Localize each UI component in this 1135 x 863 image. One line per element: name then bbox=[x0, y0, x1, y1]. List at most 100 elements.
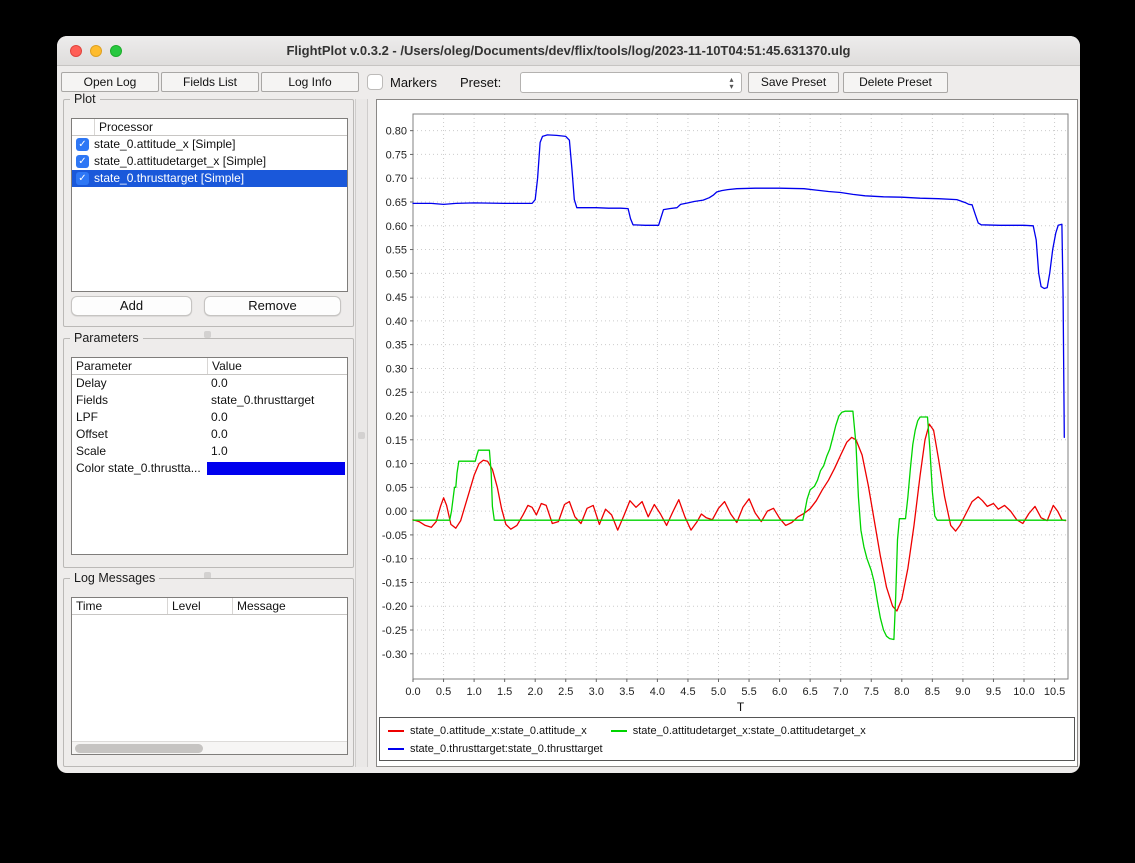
parameter-name: Delay bbox=[72, 375, 207, 392]
parameter-value[interactable]: 0.0 bbox=[207, 375, 347, 392]
parameter-value[interactable]: 1.0 bbox=[207, 443, 347, 460]
series-row-label: state_0.attitude_x [Simple] bbox=[94, 136, 235, 153]
legend-item: state_0.thrusttarget:state_0.thrusttarge… bbox=[388, 743, 603, 755]
save-preset-button[interactable]: Save Preset bbox=[748, 72, 839, 93]
x-axis-tick-label: 0.0 bbox=[405, 686, 420, 698]
x-axis-tick-label: 4.5 bbox=[680, 686, 695, 698]
plot-series-row[interactable]: ✓ state_0.attitude_x [Simple] bbox=[72, 136, 347, 153]
x-axis-tick-label: 0.5 bbox=[436, 686, 451, 698]
y-axis-tick-label: -0.20 bbox=[382, 601, 407, 613]
parameter-row[interactable]: Fieldsstate_0.thrusttarget bbox=[72, 392, 347, 409]
parameter-name: LPF bbox=[72, 409, 207, 426]
fields-list-button[interactable]: Fields List bbox=[161, 72, 259, 92]
combobox-stepper-icon[interactable]: ▴▾ bbox=[726, 74, 737, 92]
markers-label: Markers bbox=[390, 75, 437, 90]
preset-label: Preset: bbox=[460, 75, 501, 90]
x-axis-tick-label: 1.5 bbox=[497, 686, 512, 698]
parameters-group: Parameters Parameter Value Delay0.0Field… bbox=[63, 338, 354, 568]
parameter-value[interactable]: 0.0 bbox=[207, 426, 347, 443]
parameter-row[interactable]: Offset0.0 bbox=[72, 426, 347, 443]
x-axis-tick-label: 6.5 bbox=[803, 686, 818, 698]
x-axis-tick-label: 3.0 bbox=[589, 686, 604, 698]
parameter-name: Scale bbox=[72, 443, 207, 460]
color-swatch[interactable] bbox=[207, 462, 345, 475]
legend-row: state_0.thrusttarget:state_0.thrusttarge… bbox=[388, 740, 1066, 758]
x-axis-tick-label: 2.0 bbox=[528, 686, 543, 698]
plot-series-table: Processor ✓state_0.attitude_x [Simple]✓s… bbox=[71, 118, 348, 292]
preset-combobox[interactable]: ▴▾ bbox=[520, 72, 742, 93]
log-messages-group-title: Log Messages bbox=[70, 571, 159, 585]
flight-plot-chart[interactable]: 0.800.750.700.650.600.550.500.450.400.35… bbox=[377, 100, 1077, 716]
series-visible-checkbox[interactable]: ✓ bbox=[76, 138, 89, 151]
y-axis-tick-label: 0.25 bbox=[386, 387, 407, 399]
x-axis-tick-label: 6.0 bbox=[772, 686, 787, 698]
x-axis-tick-label: 3.5 bbox=[619, 686, 634, 698]
y-axis-tick-label: 0.75 bbox=[386, 149, 407, 161]
parameter-row[interactable]: LPF0.0 bbox=[72, 409, 347, 426]
delete-preset-button[interactable]: Delete Preset bbox=[843, 72, 948, 93]
title-bar: FlightPlot v.0.3.2 - /Users/oleg/Documen… bbox=[57, 36, 1080, 66]
parameter-value[interactable]: 0.0 bbox=[207, 409, 347, 426]
y-axis-tick-label: 0.80 bbox=[386, 126, 407, 138]
minimize-window-button[interactable] bbox=[90, 45, 102, 57]
open-log-button[interactable]: Open Log bbox=[61, 72, 159, 92]
log-messages-group: Log Messages Time Level Message bbox=[63, 578, 354, 767]
horizontal-scrollbar[interactable] bbox=[72, 741, 347, 754]
close-window-button[interactable] bbox=[70, 45, 82, 57]
x-axis-tick-label: 8.0 bbox=[894, 686, 909, 698]
scrollbar-thumb[interactable] bbox=[75, 744, 203, 753]
y-axis-tick-label: 0.40 bbox=[386, 316, 407, 328]
log-table-header: Time Level Message bbox=[72, 598, 347, 615]
legend-item: state_0.attitude_x:state_0.attitude_x bbox=[388, 725, 587, 737]
x-axis-tick-label: 2.5 bbox=[558, 686, 573, 698]
parameters-group-title: Parameters bbox=[70, 331, 143, 345]
log-info-button[interactable]: Log Info bbox=[261, 72, 359, 92]
series-line bbox=[413, 411, 1066, 639]
plot-series-row[interactable]: ✓state_0.thrusttarget [Simple] bbox=[72, 170, 347, 187]
x-axis-tick-label: 5.0 bbox=[711, 686, 726, 698]
zoom-window-button[interactable] bbox=[110, 45, 122, 57]
parameter-name: Fields bbox=[72, 392, 207, 409]
parameter-column-header: Parameter bbox=[72, 358, 207, 374]
horizontal-splitter-handle[interactable] bbox=[204, 331, 211, 338]
plot-group-title: Plot bbox=[70, 92, 100, 106]
x-axis-tick-label: 7.0 bbox=[833, 686, 848, 698]
parameter-name: Offset bbox=[72, 426, 207, 443]
y-axis-tick-label: 0.45 bbox=[386, 292, 407, 304]
parameter-color-row[interactable]: Color state_0.thrustta... bbox=[72, 460, 347, 477]
plot-series-row[interactable]: ✓ state_0.attitudetarget_x [Simple] bbox=[72, 153, 347, 170]
level-column-header: Level bbox=[167, 598, 232, 614]
legend-label: state_0.thrusttarget:state_0.thrusttarge… bbox=[410, 743, 603, 755]
x-axis-tick-label: 1.0 bbox=[466, 686, 481, 698]
series-visible-checkbox[interactable]: ✓ bbox=[76, 172, 89, 185]
checkbox-column-header bbox=[72, 119, 94, 135]
legend-label: state_0.attitude_x:state_0.attitude_x bbox=[410, 725, 587, 737]
markers-checkbox[interactable] bbox=[367, 74, 383, 90]
y-axis-tick-label: 0.60 bbox=[386, 221, 407, 233]
series-visible-checkbox[interactable]: ✓ bbox=[76, 155, 89, 168]
x-axis-tick-label: 10.0 bbox=[1013, 686, 1034, 698]
y-axis-tick-label: -0.05 bbox=[382, 530, 407, 542]
vertical-splitter[interactable] bbox=[355, 99, 368, 767]
add-button[interactable]: Add bbox=[71, 296, 192, 316]
y-axis-tick-label: 0.15 bbox=[386, 435, 407, 447]
y-axis-tick-label: 0.35 bbox=[386, 340, 407, 352]
vertical-splitter-handle[interactable] bbox=[358, 432, 365, 439]
parameter-row[interactable]: Delay0.0 bbox=[72, 375, 347, 392]
legend-line-icon bbox=[611, 730, 627, 732]
y-axis-tick-label: 0.55 bbox=[386, 245, 407, 257]
processor-column-header: Processor bbox=[94, 119, 347, 135]
chart-legend: state_0.attitude_x:state_0.attitude_xsta… bbox=[379, 717, 1075, 761]
series-row-label: state_0.attitudetarget_x [Simple] bbox=[94, 153, 266, 170]
parameter-row[interactable]: Scale1.0 bbox=[72, 443, 347, 460]
value-column-header: Value bbox=[207, 358, 347, 374]
remove-button[interactable]: Remove bbox=[204, 296, 341, 316]
series-line bbox=[413, 424, 1066, 611]
y-axis-tick-label: -0.30 bbox=[382, 649, 407, 661]
y-axis-tick-label: -0.25 bbox=[382, 625, 407, 637]
parameter-value[interactable]: state_0.thrusttarget bbox=[207, 392, 347, 409]
y-axis-tick-label: 0.70 bbox=[386, 173, 407, 185]
parameters-table-body: Delay0.0Fieldsstate_0.thrusttargetLPF0.0… bbox=[72, 375, 347, 477]
y-axis-tick-label: 0.20 bbox=[386, 411, 407, 423]
legend-line-icon bbox=[388, 748, 404, 750]
